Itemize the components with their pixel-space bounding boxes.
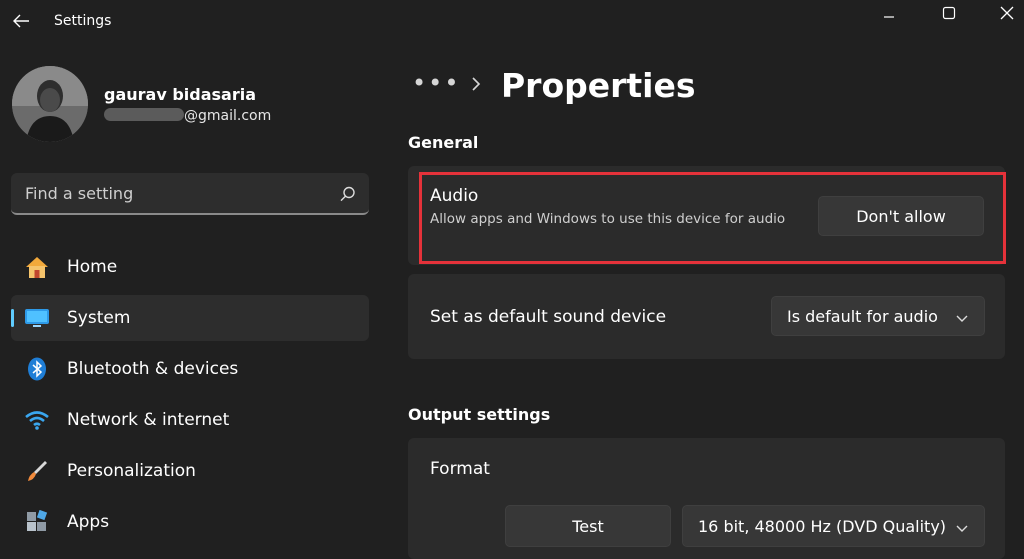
default-device-card: Set as default sound device Is default f…	[408, 274, 1005, 359]
sidebar-item-label: Bluetooth & devices	[67, 359, 239, 379]
sidebar-item-home[interactable]: Home	[11, 244, 369, 290]
title-bar: Settings	[0, 0, 1024, 44]
default-device-value: Is default for audio	[787, 307, 938, 326]
format-title: Format	[430, 459, 490, 479]
main-content: ••• Properties General Audio Allow apps …	[380, 44, 1024, 559]
wifi-icon	[24, 408, 50, 432]
dont-allow-button[interactable]: Don't allow	[818, 196, 984, 236]
user-email: @gmail.com	[104, 108, 271, 124]
sidebar-item-label: Personalization	[67, 461, 196, 481]
audio-description: Allow apps and Windows to use this devic…	[430, 211, 786, 227]
home-icon	[24, 255, 50, 279]
sidebar-item-system[interactable]: System	[11, 295, 369, 341]
avatar[interactable]	[12, 66, 88, 142]
section-heading-output: Output settings	[408, 405, 551, 424]
sidebar-item-bluetooth[interactable]: Bluetooth & devices	[11, 346, 369, 392]
chevron-right-icon	[472, 77, 481, 91]
user-name: gaurav bidasaria	[104, 85, 257, 104]
sidebar-item-label: Apps	[67, 512, 110, 532]
minimize-button[interactable]	[866, 0, 912, 26]
sidebar-item-apps[interactable]: Apps	[11, 499, 369, 545]
app-title: Settings	[54, 13, 112, 29]
sidebar-item-personalization[interactable]: Personalization	[11, 448, 369, 494]
search-input[interactable]: Find a setting	[11, 173, 369, 215]
bluetooth-icon	[24, 357, 50, 381]
format-value: 16 bit, 48000 Hz (DVD Quality)	[698, 517, 947, 536]
apps-icon	[24, 510, 50, 534]
audio-card: Audio Allow apps and Windows to use this…	[408, 166, 1005, 265]
minimize-icon	[884, 16, 894, 18]
page-title: Properties	[501, 66, 696, 105]
active-indicator	[11, 309, 14, 327]
back-button[interactable]	[8, 8, 34, 34]
sidebar-item-label: Home	[67, 257, 118, 277]
email-redaction	[104, 108, 184, 121]
close-button[interactable]	[984, 0, 1024, 26]
format-dropdown[interactable]: 16 bit, 48000 Hz (DVD Quality)	[682, 505, 985, 547]
search-placeholder: Find a setting	[25, 184, 134, 203]
chevron-down-icon	[956, 315, 968, 322]
sidebar-item-label: System	[67, 308, 131, 328]
system-monitor-icon	[24, 306, 50, 330]
email-suffix: @gmail.com	[184, 108, 272, 124]
chevron-down-icon	[956, 525, 968, 532]
brush-icon	[24, 459, 50, 483]
section-heading-general: General	[408, 133, 479, 152]
maximize-button[interactable]	[926, 0, 972, 26]
test-button[interactable]: Test	[505, 505, 671, 547]
user-photo-icon	[12, 66, 88, 142]
search-icon	[340, 186, 355, 202]
default-device-dropdown[interactable]: Is default for audio	[771, 296, 985, 336]
close-icon	[1000, 6, 1014, 20]
format-card: Format Test 16 bit, 48000 Hz (DVD Qualit…	[408, 438, 1005, 559]
breadcrumb-overflow-button[interactable]: •••	[412, 69, 460, 97]
sidebar-item-label: Network & internet	[67, 410, 230, 430]
maximize-icon	[942, 6, 956, 20]
audio-title: Audio	[430, 186, 479, 206]
sidebar: gaurav bidasaria @gmail.com Find a setti…	[0, 44, 380, 559]
default-device-title: Set as default sound device	[430, 307, 667, 327]
back-arrow-icon	[13, 14, 29, 28]
sidebar-item-network[interactable]: Network & internet	[11, 397, 369, 443]
